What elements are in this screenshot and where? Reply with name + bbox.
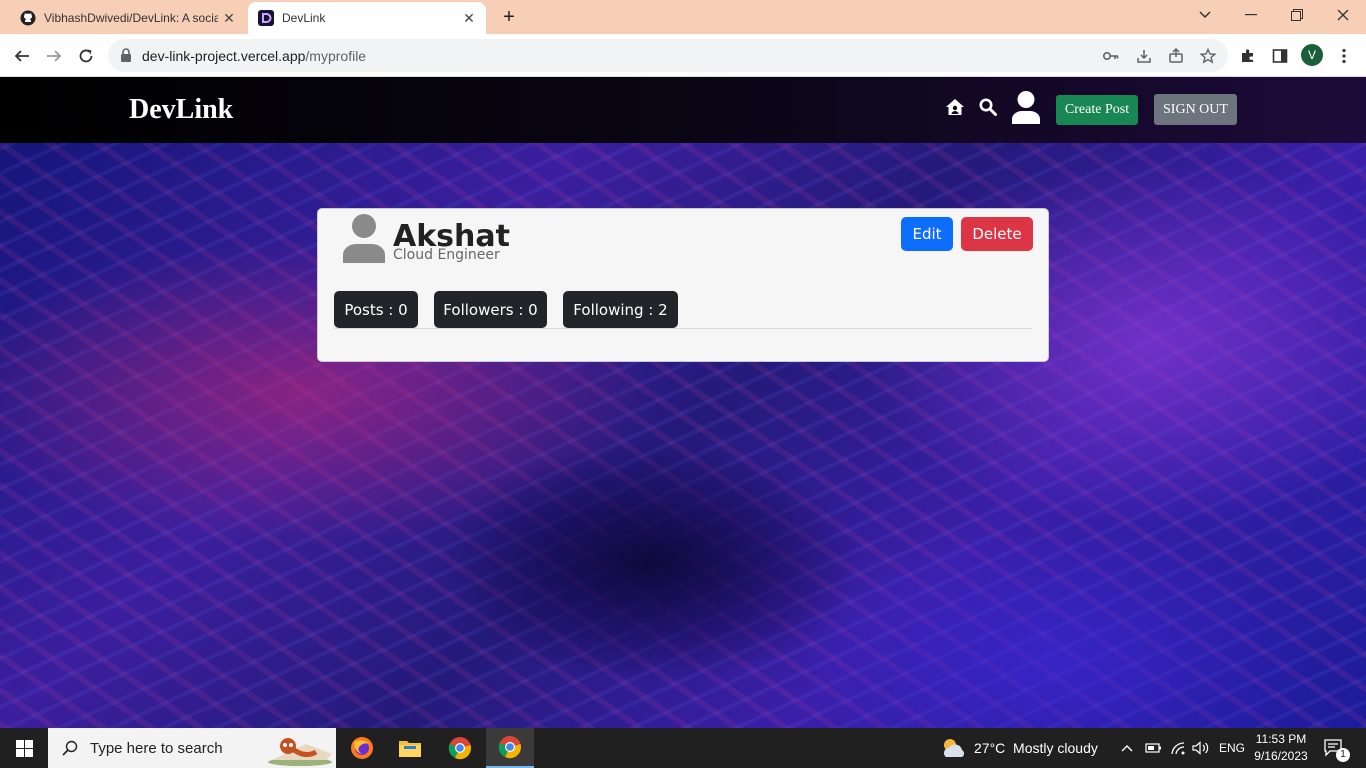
volume-icon[interactable] (1192, 728, 1210, 768)
browser-tabstrip: VibhashDwivedi/DevLink: A social ✕ DevLi… (0, 0, 1366, 34)
system-clock[interactable]: 11:53 PM 9/16/2023 (1252, 731, 1310, 765)
create-post-button[interactable]: Create Post (1056, 95, 1138, 125)
weather-widget[interactable]: 27°C Mostly cloudy (940, 728, 1098, 768)
profile-avatar[interactable]: V (1301, 44, 1323, 66)
taskbar-search-placeholder: Type here to search (90, 739, 223, 757)
profile-card: Akshat Cloud Engineer Edit Delete Posts … (317, 208, 1049, 362)
avatar (342, 213, 386, 268)
file-explorer-icon[interactable] (386, 728, 434, 768)
card-divider (334, 328, 1032, 329)
close-tab-icon[interactable]: ✕ (458, 10, 480, 27)
minimize-button[interactable] (1228, 0, 1274, 30)
chrome-active-icon[interactable] (486, 728, 534, 768)
github-icon (20, 10, 36, 26)
side-panel-icon[interactable] (1270, 46, 1290, 66)
site-navbar: DevLink Create Post SIGN OUT (0, 77, 1366, 143)
restore-button[interactable] (1274, 0, 1320, 30)
chrome-icon[interactable] (436, 728, 484, 768)
key-icon[interactable] (1102, 47, 1120, 65)
tab-devlink[interactable]: DevLink ✕ (248, 2, 486, 34)
taskbar-search-box[interactable]: Type here to search (48, 728, 336, 768)
search-icon[interactable] (978, 97, 998, 117)
share-icon[interactable] (1167, 47, 1185, 65)
forward-arrow-icon[interactable] (41, 43, 67, 69)
devlink-favicon (258, 10, 274, 26)
url-host: dev-link-project.vercel.app (142, 48, 306, 64)
tab-title: VibhashDwivedi/DevLink: A social (44, 11, 218, 25)
edit-button[interactable]: Edit (901, 217, 953, 251)
show-hidden-icons-chevron-up-icon[interactable] (1121, 728, 1133, 768)
profile-role: Cloud Engineer (393, 247, 500, 263)
extensions-puzzle-icon[interactable] (1238, 46, 1258, 66)
input-language[interactable]: ENG (1219, 728, 1245, 768)
cloudy-weather-icon (940, 737, 966, 759)
browser-toolbar: dev-link-project.vercel.app/myprofile V (0, 34, 1366, 77)
search-highlight-illustration-icon (266, 730, 334, 766)
lock-icon (120, 48, 132, 67)
back-arrow-icon[interactable] (9, 43, 35, 69)
page-viewport: DevLink Create Post SIGN OUT Akshat Clou… (0, 77, 1366, 728)
notifications-icon[interactable]: 1 (1324, 728, 1350, 768)
install-app-icon[interactable] (1135, 47, 1153, 65)
windows-start-icon[interactable] (0, 728, 48, 768)
clock-time: 11:53 PM (1255, 732, 1307, 746)
tab-search-chevron-icon[interactable] (1182, 0, 1228, 30)
menu-kebab-icon[interactable] (1334, 46, 1354, 66)
reload-icon[interactable] (73, 43, 99, 69)
tab-github[interactable]: VibhashDwivedi/DevLink: A social ✕ (10, 2, 246, 34)
close-tab-icon[interactable]: ✕ (218, 10, 240, 27)
brand-logo[interactable]: DevLink (129, 94, 233, 126)
tab-title: DevLink (282, 11, 326, 25)
notification-count: 1 (1336, 748, 1350, 762)
user-profile-icon[interactable] (1010, 90, 1042, 124)
delete-button[interactable]: Delete (961, 217, 1033, 251)
wifi-icon[interactable] (1170, 728, 1186, 768)
battery-icon[interactable] (1144, 728, 1162, 768)
url-path: /myprofile (305, 48, 367, 64)
following-count-badge[interactable]: Following : 2 (563, 291, 678, 328)
posts-count-badge[interactable]: Posts : 0 (334, 291, 418, 328)
new-tab-button[interactable]: + (498, 6, 520, 28)
weather-text: 27°C Mostly cloudy (974, 740, 1098, 756)
sign-out-button[interactable]: SIGN OUT (1154, 94, 1237, 125)
clock-date: 9/16/2023 (1254, 749, 1308, 763)
home-icon[interactable] (944, 97, 966, 117)
url-text: dev-link-project.vercel.app/myprofile (142, 48, 366, 64)
bookmark-star-icon[interactable] (1199, 47, 1217, 65)
windows-taskbar: Type here to search 27°C Mostly cloudy E… (0, 728, 1366, 768)
search-icon (62, 740, 78, 756)
address-bar[interactable]: dev-link-project.vercel.app/myprofile (108, 39, 1228, 72)
firefox-icon[interactable] (338, 728, 386, 768)
followers-count-badge[interactable]: Followers : 0 (434, 291, 547, 328)
close-window-button[interactable] (1320, 0, 1366, 30)
